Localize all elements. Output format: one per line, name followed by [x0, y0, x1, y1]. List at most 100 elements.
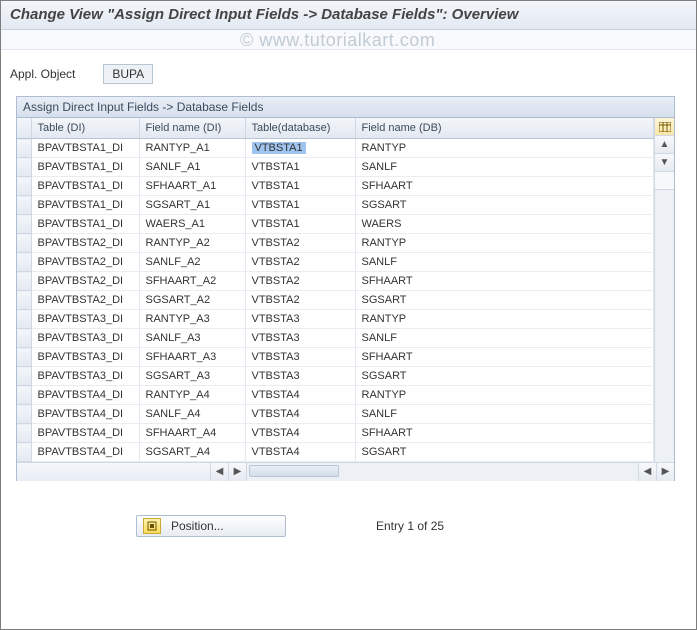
cell[interactable]: BPAVTBSTA4_DI [31, 405, 139, 424]
cell[interactable]: BPAVTBSTA1_DI [31, 158, 139, 177]
cell[interactable]: SGSART [355, 196, 654, 215]
horizontal-scrollbar[interactable]: ◀ ▶ ◀ ▶ [17, 462, 674, 480]
table-row[interactable]: BPAVTBSTA4_DISANLF_A4VTBSTA4SANLF [17, 405, 654, 424]
table-row[interactable]: BPAVTBSTA3_DIRANTYP_A3VTBSTA3RANTYP [17, 310, 654, 329]
table-row[interactable]: BPAVTBSTA1_DISFHAART_A1VTBSTA1SFHAART [17, 177, 654, 196]
cell[interactable]: WAERS_A1 [139, 215, 245, 234]
table-row[interactable]: BPAVTBSTA4_DISFHAART_A4VTBSTA4SFHAART [17, 424, 654, 443]
cell[interactable]: SANLF [355, 329, 654, 348]
row-selector[interactable] [17, 139, 31, 158]
table-row[interactable]: BPAVTBSTA2_DIRANTYP_A2VTBSTA2RANTYP [17, 234, 654, 253]
position-button[interactable]: Position... [136, 515, 286, 537]
row-selector-header[interactable] [17, 118, 31, 139]
table-row[interactable]: BPAVTBSTA1_DISGSART_A1VTBSTA1SGSART [17, 196, 654, 215]
cell[interactable]: VTBSTA3 [245, 348, 355, 367]
cell[interactable]: BPAVTBSTA4_DI [31, 424, 139, 443]
row-selector[interactable] [17, 158, 31, 177]
row-selector[interactable] [17, 291, 31, 310]
cell[interactable]: RANTYP_A1 [139, 139, 245, 158]
cell[interactable]: SANLF_A1 [139, 158, 245, 177]
cell[interactable]: SGSART [355, 367, 654, 386]
cell[interactable]: BPAVTBSTA4_DI [31, 443, 139, 462]
cell[interactable]: BPAVTBSTA3_DI [31, 310, 139, 329]
table-row[interactable]: BPAVTBSTA1_DIRANTYP_A1VTBSTA1RANTYP [17, 139, 654, 158]
cell[interactable]: SFHAART_A2 [139, 272, 245, 291]
hscroll-thumb[interactable] [249, 465, 339, 477]
cell[interactable]: SGSART_A2 [139, 291, 245, 310]
row-selector[interactable] [17, 234, 31, 253]
cell[interactable]: BPAVTBSTA1_DI [31, 139, 139, 158]
vscroll-track[interactable] [655, 190, 674, 462]
cell[interactable]: BPAVTBSTA4_DI [31, 386, 139, 405]
cell[interactable]: BPAVTBSTA1_DI [31, 177, 139, 196]
cell[interactable]: RANTYP_A4 [139, 386, 245, 405]
vertical-scrollbar[interactable]: ▲ ▼ [654, 118, 674, 462]
cell[interactable]: RANTYP [355, 310, 654, 329]
cell[interactable]: BPAVTBSTA3_DI [31, 367, 139, 386]
table-row[interactable]: BPAVTBSTA2_DISANLF_A2VTBSTA2SANLF [17, 253, 654, 272]
table-row[interactable]: BPAVTBSTA4_DISGSART_A4VTBSTA4SGSART [17, 443, 654, 462]
cell[interactable]: BPAVTBSTA1_DI [31, 215, 139, 234]
data-table[interactable]: Table (DI) Field name (DI) Table(databas… [17, 118, 654, 462]
table-row[interactable]: BPAVTBSTA4_DIRANTYP_A4VTBSTA4RANTYP [17, 386, 654, 405]
cell[interactable]: VTBSTA3 [245, 367, 355, 386]
cell[interactable]: RANTYP_A2 [139, 234, 245, 253]
cell[interactable]: VTBSTA2 [245, 272, 355, 291]
cell[interactable]: VTBSTA1 [245, 177, 355, 196]
table-row[interactable]: BPAVTBSTA1_DIWAERS_A1VTBSTA1WAERS [17, 215, 654, 234]
cell[interactable]: VTBSTA4 [245, 443, 355, 462]
row-selector[interactable] [17, 367, 31, 386]
table-row[interactable]: BPAVTBSTA2_DISFHAART_A2VTBSTA2SFHAART [17, 272, 654, 291]
cell[interactable]: BPAVTBSTA2_DI [31, 253, 139, 272]
row-selector[interactable] [17, 386, 31, 405]
cell[interactable]: SGSART_A1 [139, 196, 245, 215]
cell[interactable]: VTBSTA4 [245, 405, 355, 424]
row-selector[interactable] [17, 405, 31, 424]
cell[interactable]: SFHAART [355, 348, 654, 367]
cell[interactable]: RANTYP_A3 [139, 310, 245, 329]
table-row[interactable]: BPAVTBSTA3_DISGSART_A3VTBSTA3SGSART [17, 367, 654, 386]
cell[interactable]: SGSART_A4 [139, 443, 245, 462]
cell[interactable]: SANLF [355, 253, 654, 272]
cell[interactable]: BPAVTBSTA3_DI [31, 348, 139, 367]
row-selector[interactable] [17, 424, 31, 443]
cell[interactable]: SFHAART [355, 177, 654, 196]
cell[interactable]: VTBSTA4 [245, 386, 355, 405]
hscroll-right2-icon[interactable]: ▶ [656, 463, 674, 481]
cell[interactable]: WAERS [355, 215, 654, 234]
cell[interactable]: SGSART [355, 291, 654, 310]
table-settings-icon[interactable] [655, 118, 674, 136]
cell[interactable]: SANLF_A4 [139, 405, 245, 424]
table-row[interactable]: BPAVTBSTA2_DISGSART_A2VTBSTA2SGSART [17, 291, 654, 310]
table-row[interactable]: BPAVTBSTA3_DISFHAART_A3VTBSTA3SFHAART [17, 348, 654, 367]
cell[interactable]: SANLF_A2 [139, 253, 245, 272]
col-field-di[interactable]: Field name (DI) [139, 118, 245, 139]
cell[interactable]: SFHAART_A1 [139, 177, 245, 196]
cell[interactable]: SANLF [355, 405, 654, 424]
cell[interactable]: BPAVTBSTA1_DI [31, 196, 139, 215]
table-row[interactable]: BPAVTBSTA3_DISANLF_A3VTBSTA3SANLF [17, 329, 654, 348]
row-selector[interactable] [17, 196, 31, 215]
table-row[interactable]: BPAVTBSTA1_DISANLF_A1VTBSTA1SANLF [17, 158, 654, 177]
cell[interactable]: SFHAART [355, 424, 654, 443]
cell[interactable]: VTBSTA1 [245, 139, 355, 158]
cell[interactable]: VTBSTA4 [245, 424, 355, 443]
hscroll-right-icon[interactable]: ▶ [229, 463, 247, 481]
cell[interactable]: VTBSTA3 [245, 310, 355, 329]
col-table-di[interactable]: Table (DI) [31, 118, 139, 139]
row-selector[interactable] [17, 253, 31, 272]
cell[interactable]: VTBSTA1 [245, 215, 355, 234]
cell[interactable]: SANLF [355, 158, 654, 177]
hscroll-track[interactable] [247, 463, 638, 481]
scroll-down-icon[interactable]: ▼ [655, 154, 674, 172]
cell[interactable]: RANTYP [355, 386, 654, 405]
cell[interactable]: VTBSTA1 [245, 158, 355, 177]
cell[interactable]: VTBSTA3 [245, 329, 355, 348]
cell[interactable]: SANLF_A3 [139, 329, 245, 348]
cell[interactable]: SGSART_A3 [139, 367, 245, 386]
cell[interactable]: SFHAART [355, 272, 654, 291]
row-selector[interactable] [17, 177, 31, 196]
cell[interactable]: SFHAART_A4 [139, 424, 245, 443]
cell[interactable]: BPAVTBSTA2_DI [31, 272, 139, 291]
row-selector[interactable] [17, 348, 31, 367]
